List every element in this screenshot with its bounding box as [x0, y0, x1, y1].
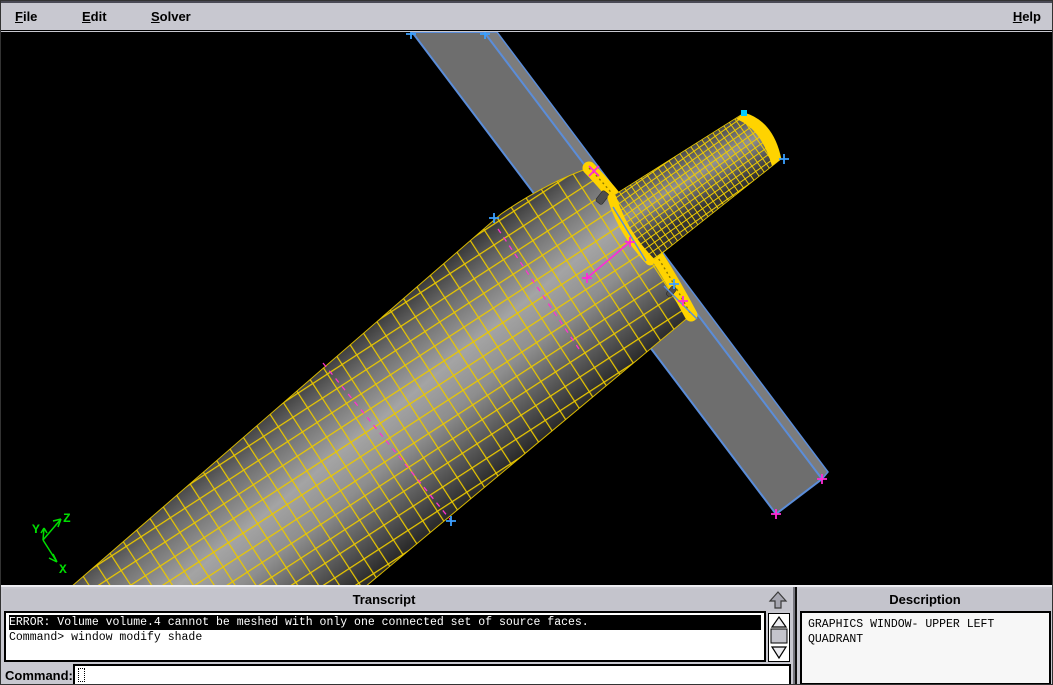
description-line-1: GRAPHICS WINDOW- UPPER LEFT [808, 617, 1043, 632]
transcript-scrollbar[interactable] [768, 613, 790, 662]
scene-3d: Z X Y [1, 32, 1053, 585]
description-header: Description [799, 589, 1051, 611]
transcript-header: Transcript [3, 589, 765, 611]
menu-edit[interactable]: Edit [82, 9, 107, 24]
description-title: Description [889, 592, 961, 607]
axis-label-z: Z [63, 511, 71, 526]
transcript-line-command: Command> window modify shade [9, 630, 761, 645]
transcript-title: Transcript [353, 592, 416, 607]
axis-label-x: X [59, 562, 67, 577]
meshed-cylinder-large[interactable] [71, 168, 691, 585]
up-arrow-icon [770, 592, 786, 608]
bottom-panels: Transcript ERROR: Volume volume.4 cannot… [1, 585, 1053, 685]
axis-triad: Z X Y [32, 511, 71, 577]
panel-divider [793, 587, 797, 685]
command-row: Command: [1, 664, 793, 685]
command-label: Command: [5, 668, 73, 683]
menu-bar: File Edit Solver Help [1, 1, 1053, 31]
transcript-log[interactable]: ERROR: Volume volume.4 cannot be meshed … [4, 611, 766, 662]
axis-label-y: Y [32, 522, 40, 537]
menu-file[interactable]: File [15, 9, 37, 24]
transcript-line-error: ERROR: Volume volume.4 cannot be meshed … [9, 615, 761, 630]
application-window: File Edit Solver Help [0, 0, 1053, 685]
menu-solver[interactable]: Solver [151, 9, 191, 24]
graphics-viewport[interactable]: Z X Y [1, 32, 1053, 585]
description-panel: Description GRAPHICS WINDOW- UPPER LEFT … [798, 587, 1053, 685]
meshed-cylinder-small[interactable] [611, 113, 781, 262]
command-input-wrap [73, 664, 791, 685]
menu-help[interactable]: Help [1013, 9, 1041, 24]
transcript-expand-button[interactable] [765, 589, 791, 611]
description-line-2: QUADRANT [808, 632, 1043, 647]
command-input[interactable] [75, 666, 789, 685]
scrollbar-thumb[interactable] [771, 629, 787, 643]
description-text: GRAPHICS WINDOW- UPPER LEFT QUADRANT [800, 611, 1051, 685]
